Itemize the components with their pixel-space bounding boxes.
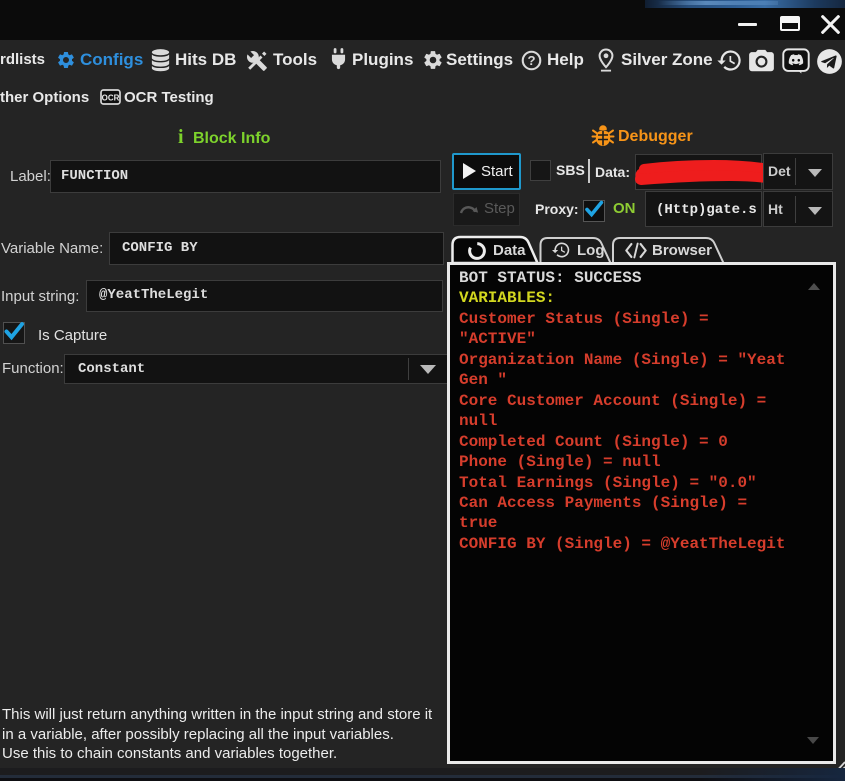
svg-text:?: ? bbox=[527, 53, 535, 68]
svg-text:OCR: OCR bbox=[102, 94, 120, 103]
